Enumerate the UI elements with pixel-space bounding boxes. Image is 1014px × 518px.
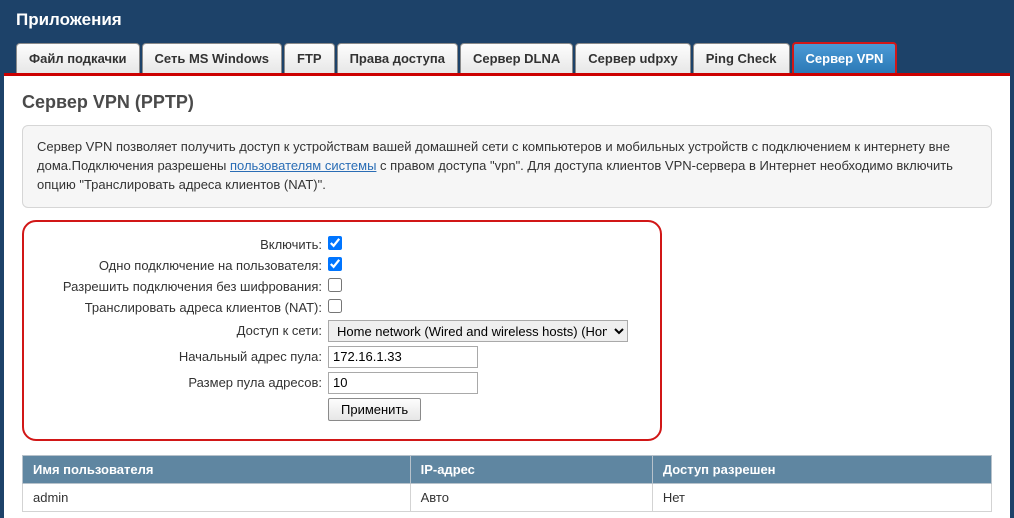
nat-label: Транслировать адреса клиентов (NAT): (38, 300, 328, 315)
col-ip: IP-адрес (410, 455, 652, 483)
tab-swap-file[interactable]: Файл подкачки (16, 43, 140, 73)
no-encrypt-label: Разрешить подключения без шифрования: (38, 279, 328, 294)
single-conn-checkbox[interactable] (328, 257, 342, 271)
network-select[interactable]: Home network (Wired and wireless hosts) … (328, 320, 628, 342)
cell-allow: Нет (652, 483, 991, 511)
pool-size-label: Размер пула адресов: (38, 375, 328, 390)
tab-ms-windows[interactable]: Сеть MS Windows (142, 43, 282, 73)
info-box: Сервер VPN позволяет получить доступ к у… (22, 125, 992, 208)
pool-start-label: Начальный адрес пула: (38, 349, 328, 364)
panel-title: Сервер VPN (PPTP) (22, 92, 992, 113)
panel: Сервер VPN (PPTP) Сервер VPN позволяет п… (4, 73, 1010, 518)
tab-access-rights[interactable]: Права доступа (337, 43, 458, 73)
col-user: Имя пользователя (23, 455, 411, 483)
tab-dlna-server[interactable]: Сервер DLNA (460, 43, 573, 73)
system-users-link[interactable]: пользователям системы (230, 158, 376, 173)
pool-start-input[interactable] (328, 346, 478, 368)
tab-ping-check[interactable]: Ping Check (693, 43, 790, 73)
enable-label: Включить: (38, 237, 328, 252)
single-conn-label: Одно подключение на пользователя: (38, 258, 328, 273)
cell-user: admin (23, 483, 411, 511)
tab-udpxy-server[interactable]: Сервер udpxy (575, 43, 690, 73)
network-access-label: Доступ к сети: (38, 323, 328, 338)
tab-vpn-server[interactable]: Сервер VPN (792, 42, 898, 73)
tab-ftp[interactable]: FTP (284, 43, 335, 73)
cell-ip: Авто (410, 483, 652, 511)
nat-checkbox[interactable] (328, 299, 342, 313)
table-row[interactable]: admin Авто Нет (23, 483, 992, 511)
enable-checkbox[interactable] (328, 236, 342, 250)
col-allow: Доступ разрешен (652, 455, 991, 483)
pool-size-input[interactable] (328, 372, 478, 394)
apply-button[interactable]: Применить (328, 398, 421, 421)
tab-bar: Файл подкачки Сеть MS Windows FTP Права … (0, 42, 1014, 73)
page-title: Приложения (0, 0, 1014, 42)
form-zone: Включить: Одно подключение на пользовате… (22, 220, 662, 441)
users-table: Имя пользователя IP-адрес Доступ разреше… (22, 455, 992, 512)
no-encrypt-checkbox[interactable] (328, 278, 342, 292)
